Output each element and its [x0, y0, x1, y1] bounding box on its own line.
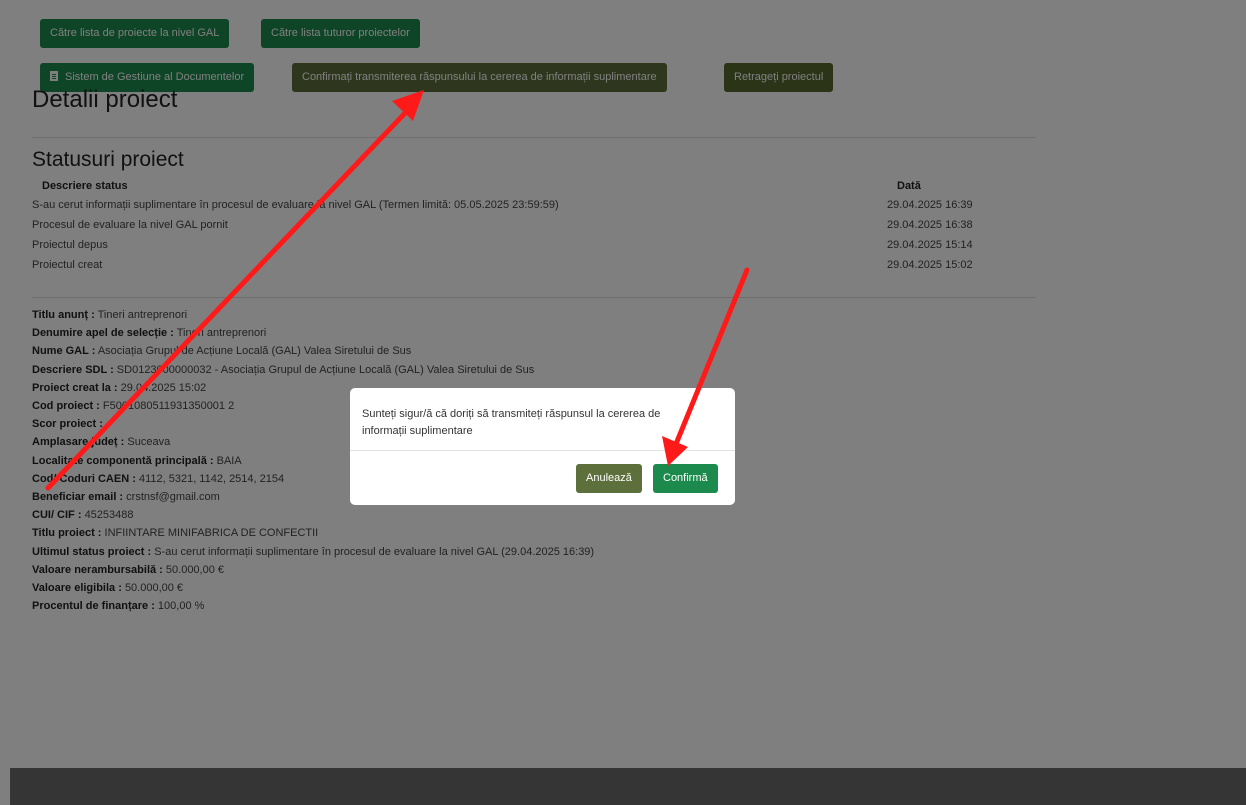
confirmation-modal: Sunteți sigur/ă că doriți să transmiteți… — [350, 388, 735, 505]
modal-divider — [350, 450, 735, 451]
cancel-button[interactable]: Anulează — [576, 464, 642, 493]
confirm-button[interactable]: Confirmă — [653, 464, 718, 493]
modal-message: Sunteți sigur/ă că doriți să transmiteți… — [362, 408, 661, 437]
